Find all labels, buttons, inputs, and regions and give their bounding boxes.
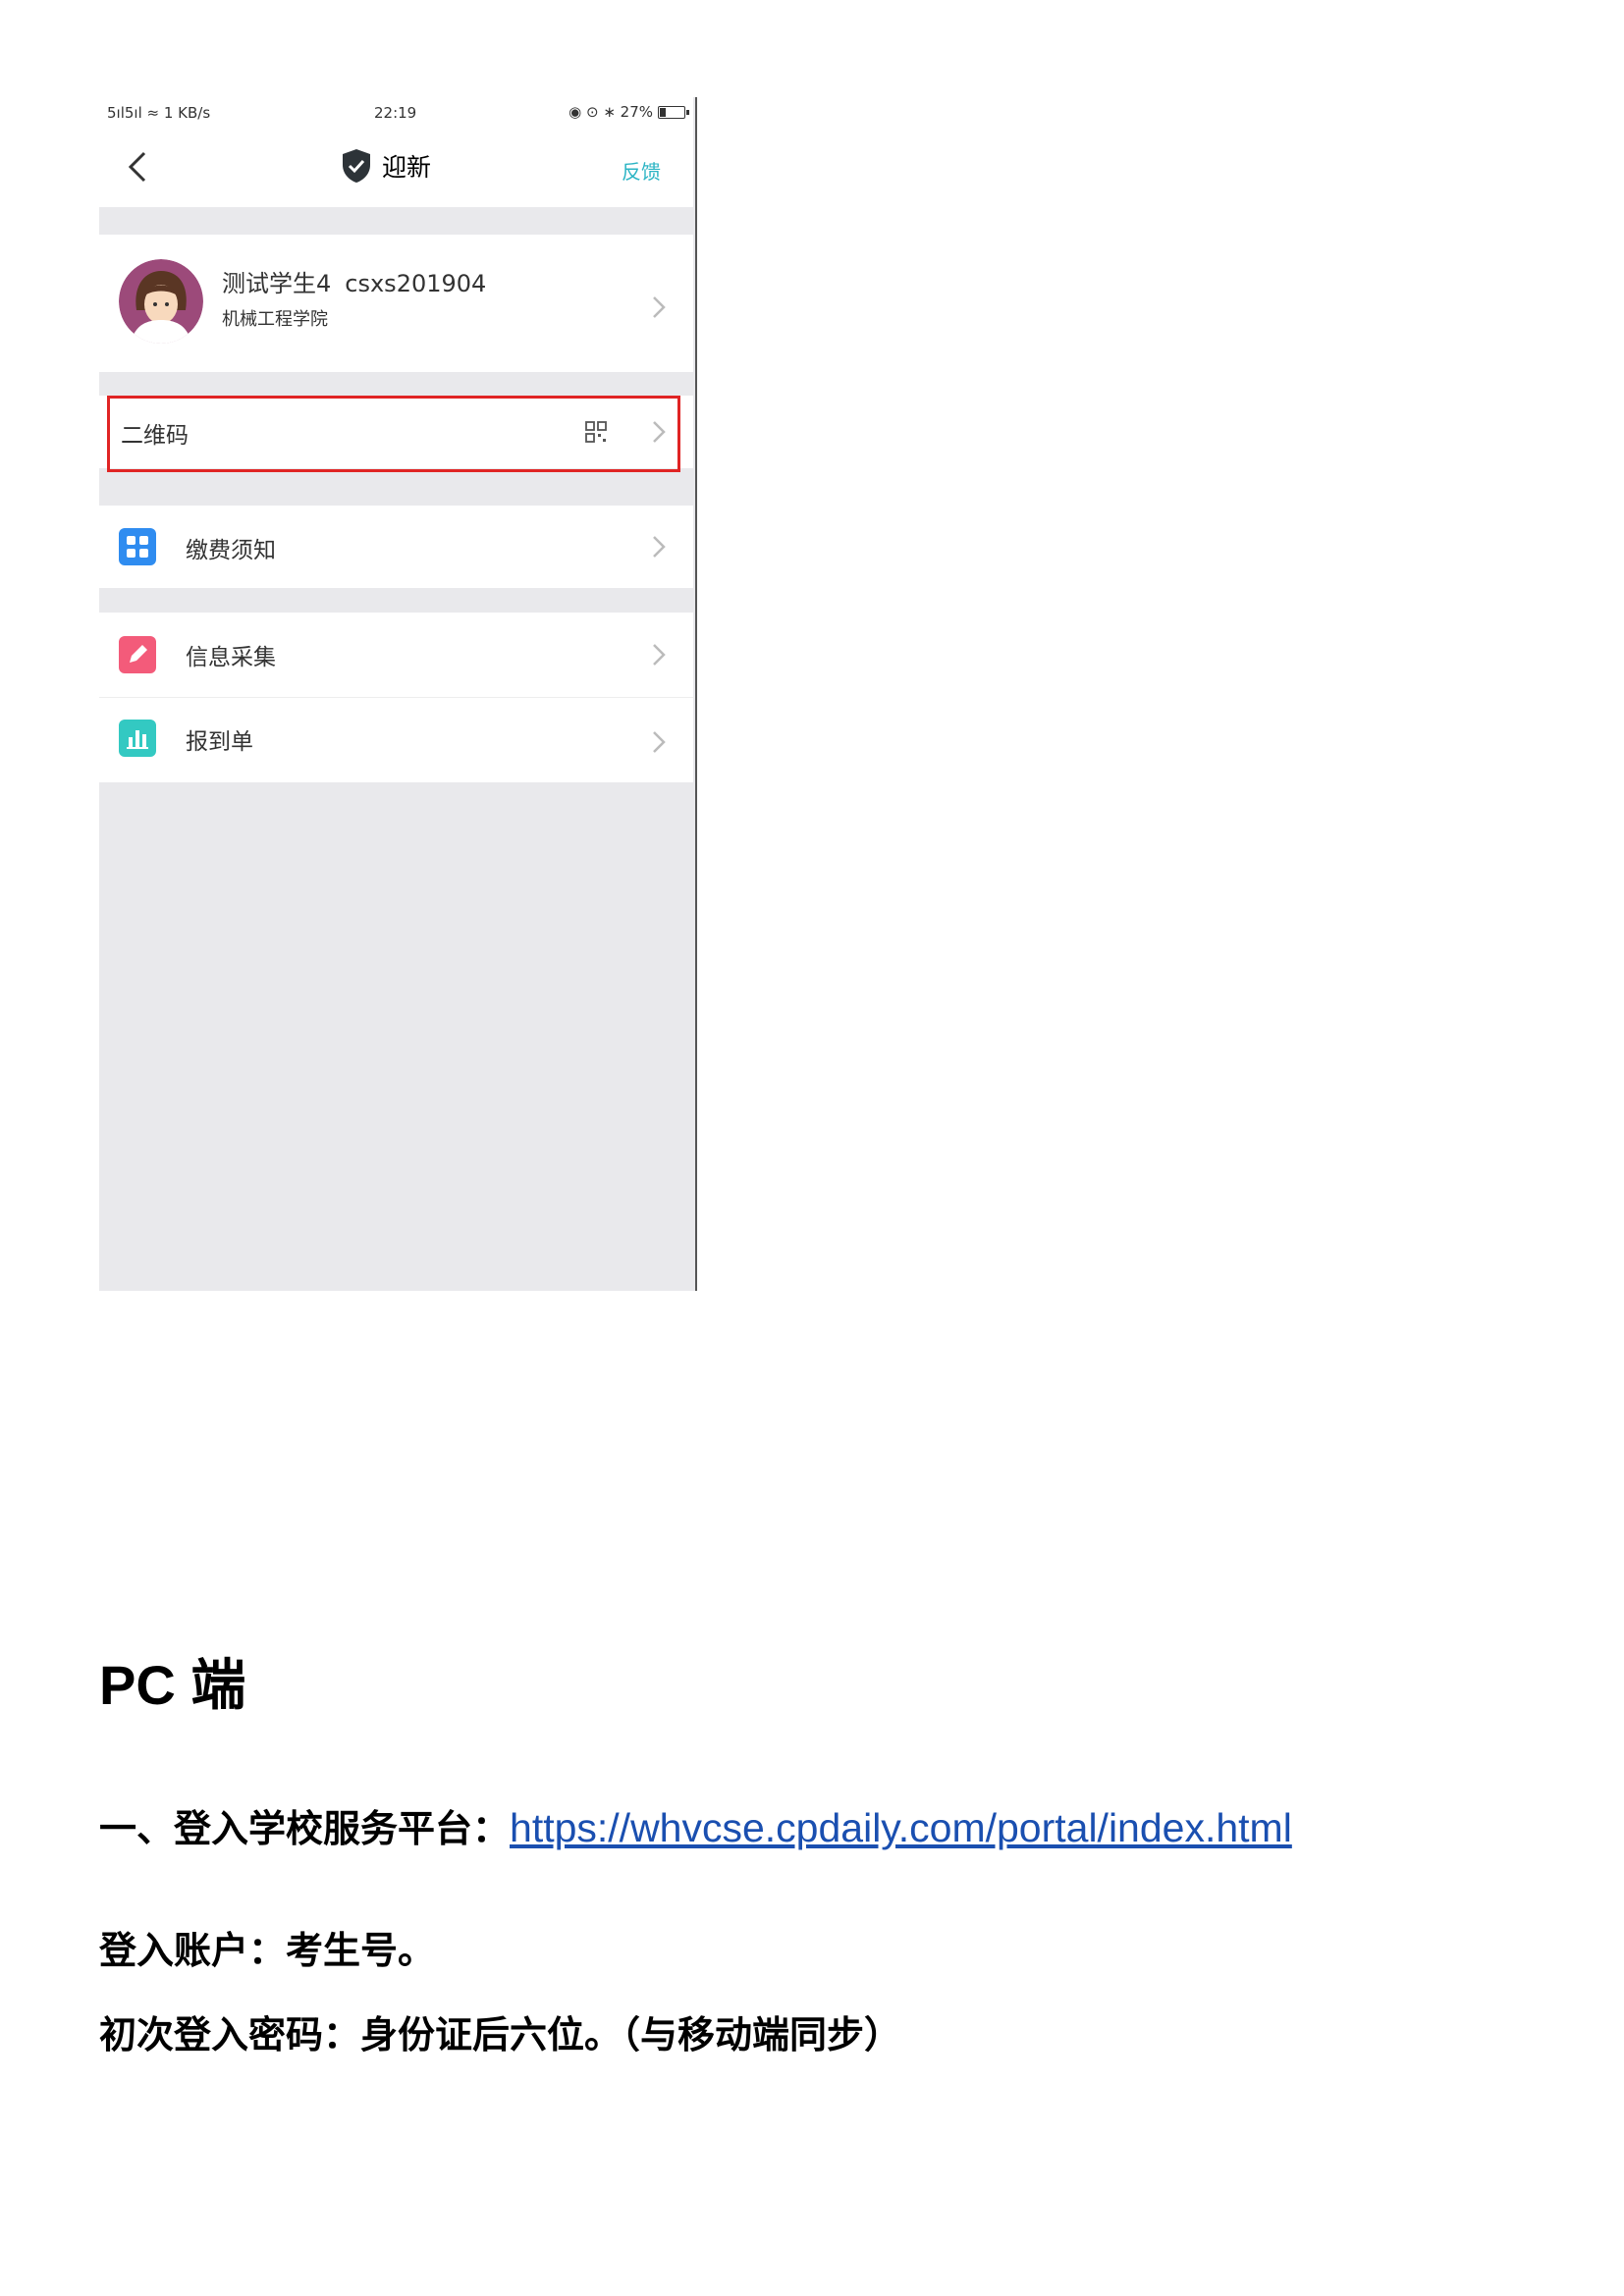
shield-check-icon xyxy=(343,149,370,183)
section-heading: PC 端 xyxy=(99,1654,246,1716)
status-right-text: ◉ ⊙ ∗ 27% xyxy=(568,103,653,121)
feedback-link[interactable]: 反馈 xyxy=(622,156,661,185)
info-collection-row[interactable]: 信息采集 xyxy=(99,613,693,698)
profile-department: 机械工程学院 xyxy=(222,309,328,330)
instruction-line-1: 一、登入学校服务平台：https://whvcse.cpdaily.com/po… xyxy=(99,1798,1292,1852)
battery-icon xyxy=(658,105,689,119)
info-collection-label: 信息采集 xyxy=(186,645,276,670)
chevron-right-icon xyxy=(653,731,666,753)
edit-icon xyxy=(119,636,156,673)
highlight-box xyxy=(107,396,680,472)
back-arrow-icon[interactable] xyxy=(127,150,148,184)
bar-chart-icon xyxy=(119,720,156,757)
nav-bar: 迎新 反馈 xyxy=(99,129,693,207)
payment-notice-label: 缴费须知 xyxy=(186,538,276,563)
battery-fill xyxy=(660,107,666,117)
instruction-line-2: 登入账户：考生号。 xyxy=(99,1929,436,1972)
profile-card[interactable]: 测试学生4 csxs201904 机械工程学院 xyxy=(99,235,693,372)
profile-id: csxs201904 xyxy=(345,270,487,297)
status-bar: 5ıl5ıl ≈ 1 KB/s 22:19 ◉ ⊙ ∗ 27% xyxy=(99,97,693,129)
status-time: 22:19 xyxy=(374,104,417,122)
profile-name-line: 测试学生4 csxs201904 xyxy=(222,264,486,298)
avatar xyxy=(119,259,203,344)
profile-name: 测试学生4 xyxy=(222,270,332,297)
instruction-1-prefix: 一、登入学校服务平台： xyxy=(99,1807,511,1850)
phone-screenshot: 5ıl5ıl ≈ 1 KB/s 22:19 ◉ ⊙ ∗ 27% 迎新 反馈 测试… xyxy=(99,97,697,1291)
portal-link[interactable]: https://whvcse.cpdaily.com/portal/index.… xyxy=(510,1805,1292,1850)
chevron-right-icon xyxy=(653,536,666,558)
instruction-line-3: 初次登入密码：身份证后六位。（与移动端同步） xyxy=(99,2013,902,2056)
report-form-row[interactable]: 报到单 xyxy=(99,698,693,782)
status-icons: ◉ ⊙ ∗ 27% xyxy=(568,103,689,121)
payment-notice-row[interactable]: 缴费须知 xyxy=(99,506,693,588)
chevron-right-icon xyxy=(653,644,666,666)
page-title: 迎新 xyxy=(341,148,431,184)
chevron-right-icon xyxy=(653,296,666,318)
grid-icon xyxy=(119,528,156,565)
signal-indicator: 5ıl5ıl ≈ 1 KB/s xyxy=(107,104,211,122)
report-form-label: 报到单 xyxy=(186,729,253,755)
page-title-text: 迎新 xyxy=(382,153,432,182)
